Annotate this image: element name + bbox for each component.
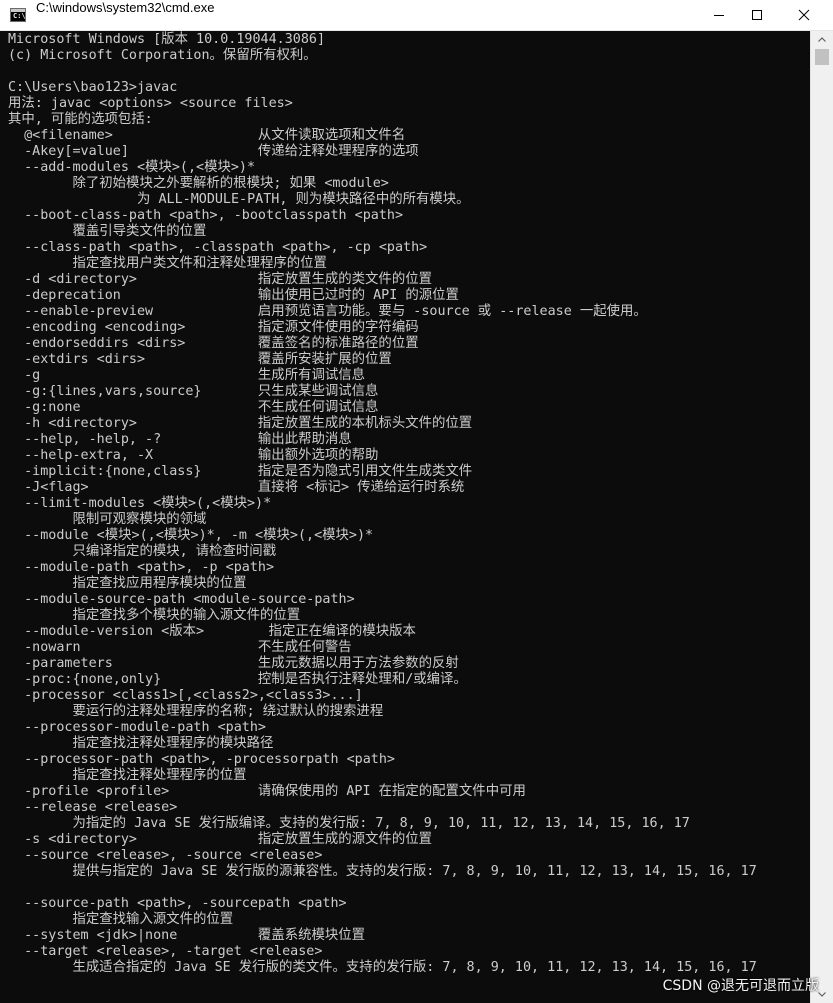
console-line: --module-path <path>, -p <path> <box>8 560 275 575</box>
console-line: --module-version <版本> 指定正在编译的模块版本 <box>8 624 416 639</box>
console-line: -profile <profile> 请确保使用的 API 在指定的配置文件中可… <box>8 784 526 799</box>
console-line: 提供与指定的 Java SE 发行版的源兼容性。支持的发行版: 7, 8, 9,… <box>8 864 757 879</box>
console-line: --release <release> <box>8 800 178 815</box>
console-line: --add-modules <模块>(,<模块>)* <box>8 160 256 175</box>
console-line: 指定查找输入源文件的位置 <box>8 912 234 927</box>
cmd-icon[interactable]: C:\ <box>10 8 26 22</box>
scrollbar-thumb[interactable] <box>815 49 829 65</box>
console-line: --processor-module-path <path> <box>8 720 266 735</box>
console-line: 限制可观察模块的领域 <box>8 512 207 527</box>
chevron-down-icon <box>818 992 826 997</box>
console-line: -nowarn 不生成任何警告 <box>8 640 352 655</box>
console-line: -h <directory> 指定放置生成的本机标头文件的位置 <box>8 416 473 431</box>
console-line: C:\Users\bao123>javac <box>8 80 178 95</box>
console-text: Microsoft Windows [版本 10.0.19044.3086] (… <box>0 31 810 976</box>
console-line: -J<flag> 直接将 <标记> 传递给运行时系统 <box>8 480 465 495</box>
csdn-watermark: CSDN @退无可退而立版 <box>662 978 819 994</box>
console-line: 除了初始模块之外要解析的根模块; 如果 <module> <box>8 176 389 191</box>
console-line: 生成适合指定的 Java SE 发行版的类文件。支持的发行版: 7, 8, 9,… <box>8 960 757 975</box>
console-line: 指定查找注释处理程序的位置 <box>8 768 247 783</box>
console-line: --boot-class-path <path>, -bootclasspath… <box>8 208 404 223</box>
console-line: -Akey[=value] 传递给注释处理程序的选项 <box>8 144 419 159</box>
console-line: -endorseddirs <dirs> 覆盖签名的标准路径的位置 <box>8 336 419 351</box>
console-line: --limit-modules <模块>(,<模块>)* <box>8 496 272 511</box>
console-line: 指定查找应用程序模块的位置 <box>8 576 247 591</box>
console-line: --target <release>, -target <release> <box>8 944 323 959</box>
title-bar[interactable]: C:\ C:\windows\system32\cmd.exe <box>0 0 833 31</box>
minimize-icon <box>714 15 724 16</box>
maximize-icon <box>752 10 762 20</box>
console-line: Microsoft Windows [版本 10.0.19044.3086] <box>8 32 326 47</box>
console-line: -processor <class1>[,<class2>,<class3>..… <box>8 688 363 703</box>
console-line: --system <jdk>|none 覆盖系统模块位置 <box>8 928 366 943</box>
console-line: --help-extra, -X 输出额外选项的帮助 <box>8 448 379 463</box>
console-line: -deprecation 输出使用已过时的 API 的源位置 <box>8 288 459 303</box>
console-line: --source-path <path>, -sourcepath <path> <box>8 896 347 911</box>
console-line: 用法: javac <options> <source files> <box>8 96 293 111</box>
console-line: 只编译指定的模块, 请检查时间戳 <box>8 544 277 559</box>
console-line: 指定查找注释处理程序的模块路径 <box>8 736 274 751</box>
console-line: 为指定的 Java SE 发行版编译。支持的发行版: 7, 8, 9, 10, … <box>8 816 690 831</box>
console-line: --enable-preview 启用预览语言功能。要与 -source 或 -… <box>8 304 647 319</box>
console-line: -g 生成所有调试信息 <box>8 368 366 383</box>
scroll-up-button[interactable] <box>811 31 833 48</box>
console-line: 指定查找多个模块的输入源文件的位置 <box>8 608 301 623</box>
console-line: -proc:{none,only} 控制是否执行注释处理和/或编译。 <box>8 672 467 687</box>
console-line: --module <模块>(,<模块>)*, -m <模块>(,<模块>)* <box>8 528 374 543</box>
console-line: 要运行的注释处理程序的名称; 绕过默认的搜索进程 <box>8 704 384 719</box>
console-line: 为 ALL-MODULE-PATH, 则为模块路径中的所有模块。 <box>8 192 470 207</box>
console-line: -extdirs <dirs> 覆盖所安装扩展的位置 <box>8 352 392 367</box>
console-line: --source <release>, -source <release> <box>8 848 323 863</box>
console-line: 覆盖引导类文件的位置 <box>8 224 207 239</box>
console-line: -encoding <encoding> 指定源文件使用的字符编码 <box>8 320 419 335</box>
close-icon <box>798 9 810 21</box>
console-line: --help, -help, -? 输出此帮助消息 <box>8 432 352 447</box>
console-line: -parameters 生成元数据以用于方法参数的反射 <box>8 656 459 671</box>
console-line: 指定查找用户类文件和注释处理程序的位置 <box>8 256 327 271</box>
close-button[interactable] <box>781 0 827 30</box>
window-title: C:\windows\system32\cmd.exe <box>36 0 215 15</box>
console-line: -s <directory> 指定放置生成的源文件的位置 <box>8 832 432 847</box>
cmd-icon-prompt: C:\ <box>13 12 26 20</box>
console-line: -implicit:{none,class} 指定是否为隐式引用文件生成类文件 <box>8 464 473 479</box>
console-line: @<filename> 从文件读取选项和文件名 <box>8 128 406 143</box>
console-line: (c) Microsoft Corporation。保留所有权利。 <box>8 48 317 63</box>
console-output[interactable]: Microsoft Windows [版本 10.0.19044.3086] (… <box>0 31 810 1003</box>
vertical-scrollbar[interactable] <box>810 31 833 1003</box>
console-line: -g:none 不生成任何调试信息 <box>8 400 379 415</box>
console-line: -d <directory> 指定放置生成的类文件的位置 <box>8 272 432 287</box>
console-line: -g:{lines,vars,source} 只生成某些调试信息 <box>8 384 379 399</box>
console-line: --module-source-path <module-source-path… <box>8 592 355 607</box>
console-line: 其中, 可能的选项包括: <box>8 112 153 127</box>
chevron-up-icon <box>818 37 826 42</box>
console-line: --processor-path <path>, -processorpath … <box>8 752 395 767</box>
console-line: --class-path <path>, -classpath <path>, … <box>8 240 428 255</box>
maximize-button[interactable] <box>734 0 780 30</box>
